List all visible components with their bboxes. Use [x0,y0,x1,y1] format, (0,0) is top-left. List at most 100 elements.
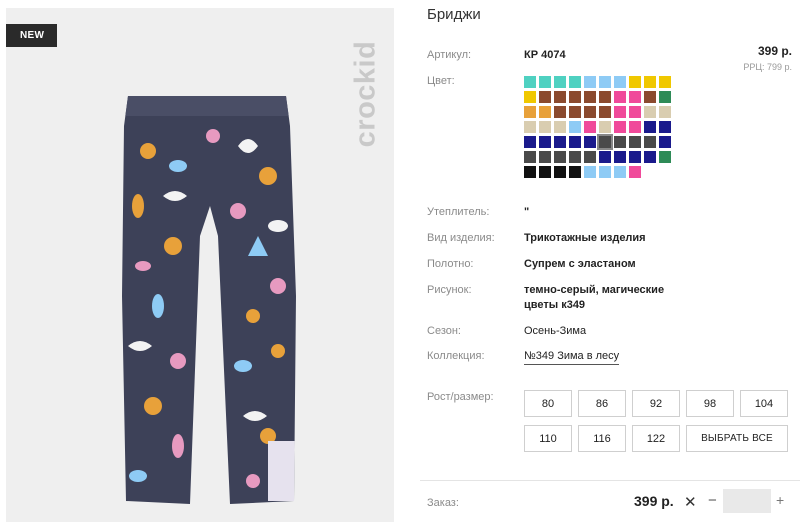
color-swatch[interactable] [569,136,581,148]
color-swatch[interactable] [629,106,641,118]
color-swatch[interactable] [629,91,641,103]
color-swatch[interactable] [554,76,566,88]
color-swatch[interactable] [644,121,656,133]
color-swatch[interactable] [659,151,671,163]
color-swatch[interactable] [584,121,596,133]
color-swatch[interactable] [569,151,581,163]
size-button-92[interactable]: 92 [632,390,680,417]
color-swatch[interactable] [569,91,581,103]
size-button-98[interactable]: 98 [686,390,734,417]
color-swatch[interactable] [599,166,611,178]
color-swatch[interactable] [554,136,566,148]
product-title: Бриджи [427,6,481,23]
color-swatch[interactable] [659,136,671,148]
color-swatch[interactable] [629,136,641,148]
size-button-86[interactable]: 86 [578,390,626,417]
color-swatch[interactable] [644,106,656,118]
color-swatch[interactable] [584,91,596,103]
color-swatch[interactable] [554,91,566,103]
color-swatch[interactable] [644,151,656,163]
color-swatch[interactable] [644,91,656,103]
order-price: 399 р. [634,493,674,509]
color-swatch[interactable] [629,76,641,88]
color-swatch[interactable] [659,106,671,118]
color-swatch[interactable] [554,151,566,163]
recommended-price: РРЦ: 799 р. [743,62,792,72]
remove-icon[interactable]: ✕ [684,493,697,511]
color-swatch[interactable] [554,106,566,118]
color-swatch[interactable] [614,106,626,118]
pattern-value-line1: темно-серый, магические [524,284,665,296]
color-swatch[interactable] [539,106,551,118]
size-button-80[interactable]: 80 [524,390,572,417]
product-price: 399 р. [757,44,792,58]
color-swatch[interactable] [584,166,596,178]
color-swatch[interactable] [614,91,626,103]
color-swatch[interactable] [584,76,596,88]
type-label: Вид изделия: [427,232,495,244]
quantity-input[interactable] [723,489,771,513]
color-swatch[interactable] [524,91,536,103]
color-swatch[interactable] [659,121,671,133]
collection-link[interactable]: №349 Зима в лесу [524,350,620,365]
color-swatch[interactable] [629,121,641,133]
color-swatch[interactable] [629,166,641,178]
color-swatch[interactable] [569,106,581,118]
product-photo: NEW crockid [6,8,394,522]
color-swatch[interactable] [554,166,566,178]
color-swatches [524,76,674,181]
color-swatch[interactable] [584,106,596,118]
season-label: Сезон: [427,325,461,337]
color-swatch[interactable] [524,136,536,148]
color-swatch[interactable] [599,121,611,133]
color-swatch[interactable] [644,76,656,88]
color-swatch[interactable] [539,76,551,88]
color-swatch[interactable] [614,76,626,88]
color-swatch[interactable] [629,151,641,163]
color-swatch[interactable] [614,151,626,163]
new-badge: NEW [6,24,58,47]
color-swatch[interactable] [614,121,626,133]
pattern-label: Рисунок: [427,284,472,296]
color-swatch[interactable] [569,121,581,133]
color-swatch[interactable] [569,166,581,178]
color-swatch[interactable] [554,121,566,133]
brand-logo: crockid [346,24,386,164]
color-swatch[interactable] [539,166,551,178]
color-swatch[interactable] [644,136,656,148]
color-swatch[interactable] [659,76,671,88]
size-button-104[interactable]: 104 [740,390,788,417]
color-swatch[interactable] [539,91,551,103]
increase-quantity-button[interactable]: + [776,492,784,508]
size-button-122[interactable]: 122 [632,425,680,452]
color-swatch[interactable] [584,136,596,148]
color-swatch[interactable] [659,91,671,103]
color-swatch[interactable] [524,106,536,118]
color-swatch[interactable] [599,76,611,88]
color-swatch[interactable] [524,151,536,163]
color-swatch[interactable] [524,121,536,133]
color-swatch[interactable] [539,136,551,148]
select-all-button[interactable]: ВЫБРАТЬ ВСЕ [686,425,788,452]
color-swatch[interactable] [539,151,551,163]
color-swatch[interactable] [597,134,613,150]
color-swatch[interactable] [599,106,611,118]
size-button-116[interactable]: 116 [578,425,626,452]
color-swatch[interactable] [584,151,596,163]
decrease-quantity-button[interactable]: − [708,492,717,509]
color-swatch[interactable] [569,76,581,88]
brand-logo-text: crockid [349,40,382,148]
color-swatch[interactable] [539,121,551,133]
collection-label: Коллекция: [427,350,485,362]
color-swatch[interactable] [614,166,626,178]
color-swatch[interactable] [599,91,611,103]
article-value: КР 4074 [524,49,566,61]
color-swatch[interactable] [614,136,626,148]
color-swatch[interactable] [524,76,536,88]
size-button-110[interactable]: 110 [524,425,572,452]
color-swatch[interactable] [599,151,611,163]
color-swatch[interactable] [524,166,536,178]
order-divider [420,480,800,481]
season-value: Осень-Зима [524,325,587,337]
fabric-value: Супрем с эластаном [524,258,636,270]
